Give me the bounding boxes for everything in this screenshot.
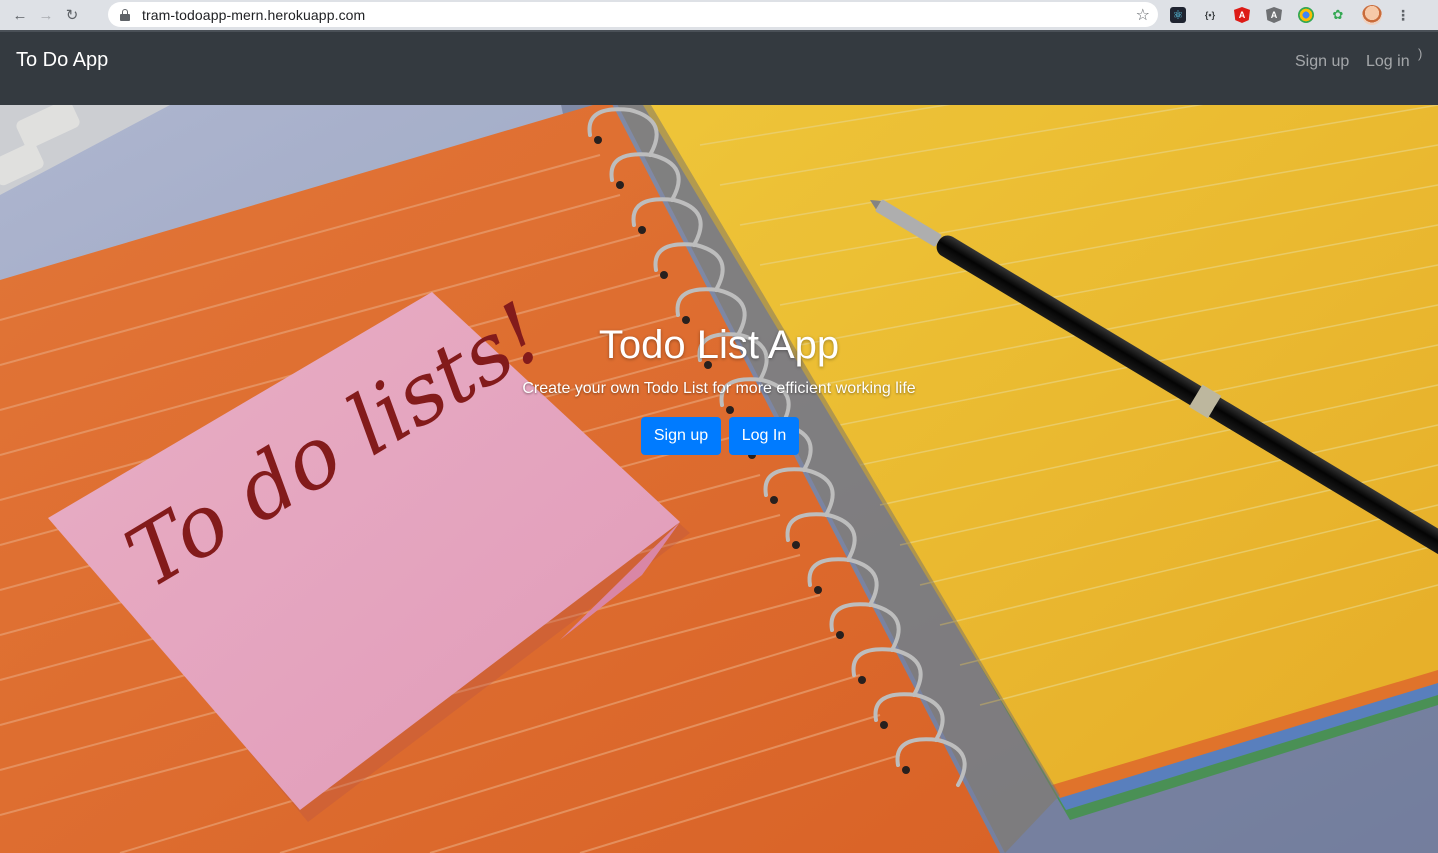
back-icon[interactable]: ← <box>10 5 30 25</box>
hero-section: To do lists! Todo List App Create your o… <box>0 105 1438 853</box>
lock-icon[interactable] <box>120 8 130 21</box>
menu-kebab-icon[interactable]: ⋮ <box>1396 8 1410 22</box>
reload-icon[interactable]: ↻ <box>62 5 82 25</box>
hero-login-button[interactable]: Log In <box>729 417 799 455</box>
hero-signup-button[interactable]: Sign up <box>641 417 721 455</box>
app-navbar: To Do App Sign up Log in ) <box>0 30 1438 105</box>
browser-toolbar: ← → ↻ tram-todoapp-mern.herokuapp.com ☆ … <box>0 0 1438 30</box>
react-devtools-icon[interactable]: ⚛ <box>1170 7 1186 23</box>
hero-content: Todo List App Create your own Todo List … <box>0 105 1438 853</box>
forward-icon[interactable]: → <box>36 5 56 25</box>
bookmark-star-icon[interactable]: ☆ <box>1136 5 1150 25</box>
angular-icon[interactable]: A <box>1234 7 1250 23</box>
navbar-brand[interactable]: To Do App <box>16 49 108 72</box>
profile-avatar[interactable] <box>1362 5 1382 25</box>
address-bar[interactable]: tram-todoapp-mern.herokuapp.com ☆ <box>108 2 1158 27</box>
angular-inspector-icon[interactable]: A <box>1266 7 1282 23</box>
nav-login-link[interactable]: Log in <box>1366 53 1410 71</box>
redux-devtools-icon[interactable]: {•} <box>1202 7 1218 23</box>
chrome-color-icon[interactable] <box>1298 7 1314 23</box>
navbar-edge-mark: ) <box>1418 46 1423 61</box>
extensions-area: ⚛ {•} A A ✿ ⋮ <box>1170 5 1410 25</box>
nav-signup-link[interactable]: Sign up <box>1295 53 1349 71</box>
hero-subtitle: Create your own Todo List for more effic… <box>522 380 916 397</box>
hero-title: Todo List App <box>598 323 840 367</box>
leaf-extension-icon[interactable]: ✿ <box>1330 7 1346 23</box>
url-text[interactable]: tram-todoapp-mern.herokuapp.com <box>142 7 365 23</box>
